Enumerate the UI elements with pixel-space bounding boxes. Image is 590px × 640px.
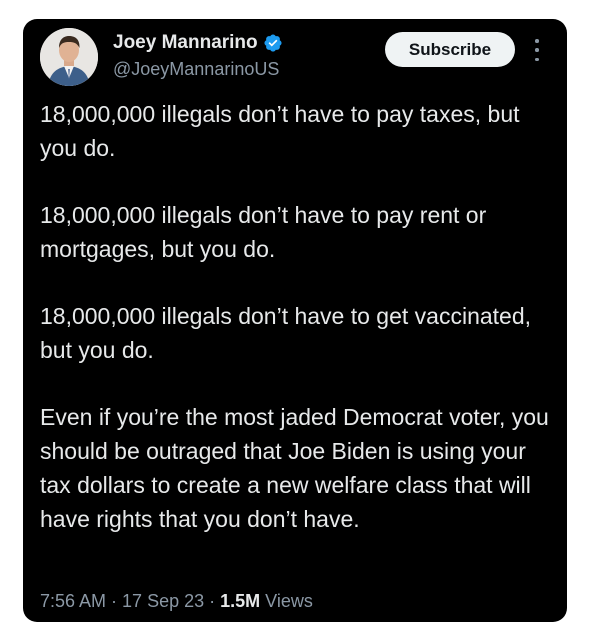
- verified-badge-icon: [264, 34, 282, 52]
- more-dot: [535, 39, 539, 43]
- subscribe-button[interactable]: Subscribe: [385, 32, 515, 67]
- tweet-card[interactable]: Joey Mannarino @JoeyMannarinoUS Subscrib…: [23, 19, 567, 622]
- tweet-paragraph: Even if you’re the most jaded Democrat v…: [40, 404, 549, 532]
- meta-separator: ·: [106, 591, 123, 611]
- tweet-metadata: 7:56 AM · 17 Sep 23 · 1.5M Views: [40, 590, 313, 612]
- avatar[interactable]: [40, 28, 98, 86]
- more-dot: [535, 57, 539, 61]
- person-in-suit-avatar-icon: [40, 28, 98, 86]
- tweet-paragraph: 18,000,000 illegals don’t have to pay re…: [40, 202, 487, 262]
- views-label: Views: [260, 591, 313, 611]
- tweet-paragraph: 18,000,000 illegals don’t have to get va…: [40, 303, 532, 363]
- author-handle[interactable]: @JoeyMannarinoUS: [113, 58, 279, 80]
- tweet-time[interactable]: 7:56 AM: [40, 591, 106, 611]
- tweet-paragraph: 18,000,000 illegals don’t have to pay ta…: [40, 101, 520, 161]
- meta-separator: ·: [204, 591, 221, 611]
- author-display-name[interactable]: Joey Mannarino: [113, 32, 258, 54]
- tweet-text: 18,000,000 illegals don’t have to pay ta…: [40, 97, 555, 569]
- author-name-row[interactable]: Joey Mannarino: [113, 32, 283, 54]
- more-dot: [535, 48, 539, 52]
- tweet-date[interactable]: 17 Sep 23: [122, 591, 204, 611]
- views-count[interactable]: 1.5M: [220, 591, 260, 611]
- more-options-icon[interactable]: [533, 39, 541, 61]
- previous-post-clipped-text: [0, 0, 590, 10]
